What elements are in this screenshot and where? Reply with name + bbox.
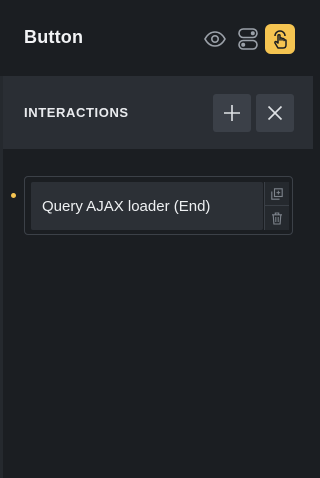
eye-icon[interactable] bbox=[200, 24, 230, 54]
interaction-label: Query AJAX loader (End) bbox=[42, 198, 211, 215]
add-interaction-button[interactable] bbox=[213, 94, 251, 132]
toggle-icon[interactable] bbox=[233, 24, 263, 54]
interaction-item-body[interactable]: Query AJAX loader (End) bbox=[31, 182, 263, 230]
interaction-item: Query AJAX loader (End) bbox=[24, 176, 293, 235]
panel-title: Button bbox=[24, 27, 84, 47]
interactions-section-header: INTERACTIONS bbox=[3, 76, 313, 149]
section-title: INTERACTIONS bbox=[24, 105, 129, 120]
trash-icon[interactable] bbox=[265, 206, 289, 230]
panel-header: Button bbox=[0, 0, 313, 76]
interaction-hand-icon[interactable] bbox=[265, 24, 295, 54]
active-indicator-dot bbox=[11, 193, 16, 198]
plus-icon bbox=[224, 105, 240, 121]
interaction-actions bbox=[264, 182, 289, 230]
close-section-button[interactable] bbox=[256, 94, 294, 132]
close-icon bbox=[267, 105, 283, 121]
duplicate-icon[interactable] bbox=[265, 182, 289, 206]
